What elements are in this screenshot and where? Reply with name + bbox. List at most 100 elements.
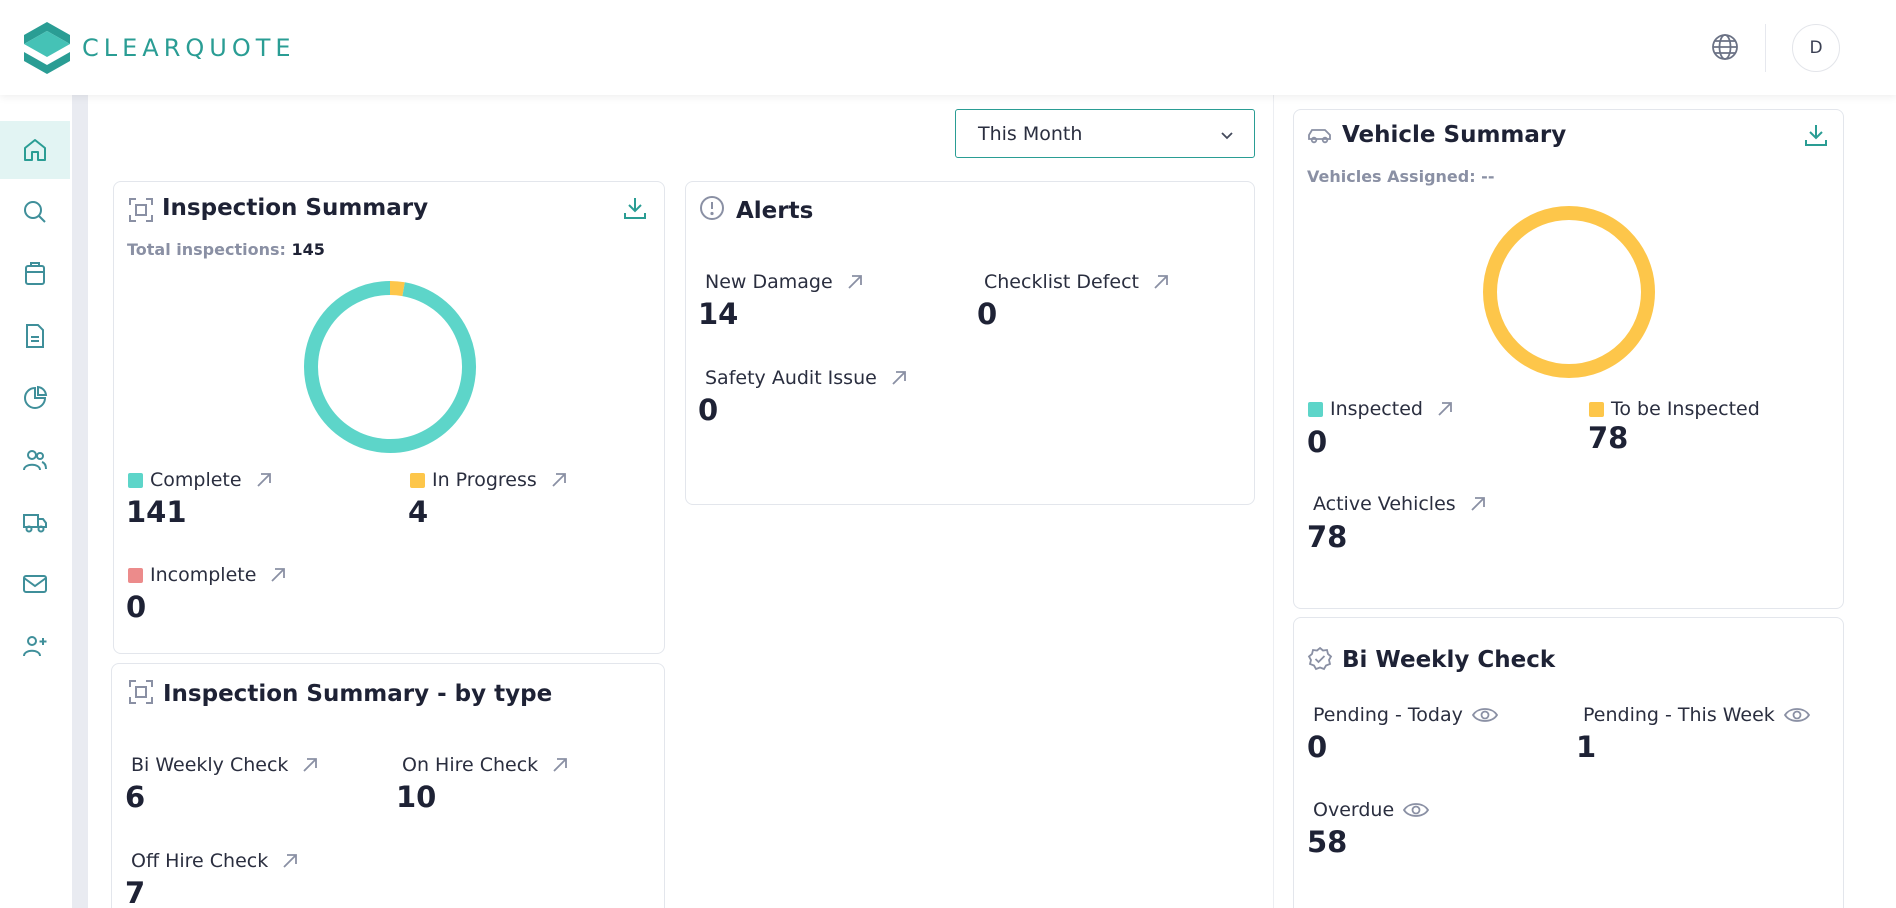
to-be-inspected-stat: To be Inspected — [1589, 398, 1760, 420]
inspection-donut-chart — [304, 281, 476, 453]
download-icon[interactable] — [1803, 122, 1829, 148]
arrow-up-right-icon[interactable] — [549, 470, 569, 490]
mail-icon — [23, 575, 47, 593]
on-hire-value: 10 — [396, 780, 437, 814]
arrow-up-right-icon[interactable] — [1151, 272, 1171, 292]
bi-weekly-check-card: Bi Weekly Check Pending - Today 0 Pendin… — [1293, 617, 1844, 908]
search-icon — [24, 201, 46, 223]
overdue-value: 58 — [1307, 825, 1348, 859]
overdue-stat[interactable]: Overdue — [1313, 799, 1430, 821]
scan-icon — [129, 198, 153, 222]
arrow-up-right-icon[interactable] — [845, 272, 865, 292]
pie-chart-icon — [24, 385, 48, 409]
arrow-up-right-icon[interactable] — [550, 755, 570, 775]
incomplete-value: 0 — [126, 590, 147, 624]
user-plus-icon — [23, 636, 47, 657]
eye-icon[interactable] — [1402, 800, 1430, 820]
sidebar-item-vehicles[interactable] — [0, 493, 70, 551]
active-vehicles-value: 78 — [1307, 520, 1348, 554]
new-damage-stat[interactable]: New Damage — [705, 271, 865, 293]
inspection-summary-card: Inspection Summary Total inspections: 14… — [113, 181, 665, 654]
top-divider — [1765, 24, 1766, 72]
sidebar-item-inspections[interactable] — [0, 245, 70, 303]
arrow-up-right-icon[interactable] — [1468, 494, 1488, 514]
pending-week-stat[interactable]: Pending - This Week — [1583, 704, 1811, 726]
card-title: Bi Weekly Check — [1342, 647, 1556, 673]
card-title: Inspection Summary — [162, 195, 429, 221]
complete-stat[interactable]: Complete — [128, 469, 274, 491]
total-inspections: Total inspections: 145 — [127, 240, 325, 259]
off-hire-stat[interactable]: Off Hire Check — [131, 850, 300, 872]
eye-icon[interactable] — [1471, 705, 1499, 725]
eye-icon[interactable] — [1783, 705, 1811, 725]
truck-icon — [23, 514, 47, 533]
scan-icon — [129, 680, 153, 704]
in-progress-stat[interactable]: In Progress — [410, 469, 569, 491]
checklist-defect-value: 0 — [977, 297, 998, 331]
sidebar-gutter — [72, 95, 88, 908]
document-icon — [26, 324, 44, 348]
sidebar-item-reports[interactable] — [0, 307, 70, 365]
bi-weekly-type-stat[interactable]: Bi Weekly Check — [131, 754, 320, 776]
arrow-up-right-icon[interactable] — [268, 565, 288, 585]
legend-swatch — [128, 567, 143, 583]
date-range-select[interactable]: This Month — [955, 109, 1255, 158]
users-icon — [23, 450, 47, 471]
arrow-up-right-icon[interactable] — [280, 851, 300, 871]
clearquote-logo-icon — [24, 22, 70, 74]
sidebar-item-messages[interactable] — [0, 555, 70, 613]
to-be-inspected-value: 78 — [1588, 421, 1629, 455]
vehicle-donut-chart — [1483, 206, 1655, 378]
inspected-stat[interactable]: Inspected — [1308, 398, 1455, 420]
complete-value: 141 — [126, 495, 187, 529]
chevron-down-icon — [1221, 132, 1233, 140]
arrow-up-right-icon[interactable] — [300, 755, 320, 775]
card-title: Vehicle Summary — [1342, 122, 1567, 148]
alerts-card: Alerts New Damage 14 Checklist Defect 0 … — [685, 181, 1255, 505]
inspected-value: 0 — [1307, 425, 1328, 459]
on-hire-stat[interactable]: On Hire Check — [402, 754, 570, 776]
legend-swatch — [410, 472, 425, 488]
safety-audit-value: 0 — [698, 393, 719, 427]
clipboard-icon — [25, 262, 45, 285]
donut-segment-to-be-inspected — [1483, 206, 1655, 378]
vehicle-summary-card: Vehicle Summary Vehicles Assigned: -- In… — [1293, 109, 1844, 609]
donut-segment-complete — [304, 281, 476, 453]
inspection-by-type-card: Inspection Summary - by type Bi Weekly C… — [111, 663, 665, 908]
car-icon — [1308, 129, 1331, 144]
arrow-up-right-icon[interactable] — [1435, 399, 1455, 419]
incomplete-stat[interactable]: Incomplete — [128, 564, 288, 586]
badge-check-icon — [1307, 646, 1333, 671]
sidebar-item-search[interactable] — [0, 183, 70, 241]
sidebar-item-users[interactable] — [0, 431, 70, 489]
vehicles-assigned: Vehicles Assigned: -- — [1307, 167, 1495, 186]
sidebar-item-analytics[interactable] — [0, 369, 70, 427]
download-icon[interactable] — [622, 195, 648, 221]
active-vehicles-stat[interactable]: Active Vehicles — [1313, 493, 1488, 515]
checklist-defect-stat[interactable]: Checklist Defect — [984, 271, 1171, 293]
legend-swatch — [128, 472, 143, 488]
sidebar-item-home[interactable] — [0, 121, 70, 179]
home-icon — [24, 139, 46, 161]
arrow-up-right-icon[interactable] — [254, 470, 274, 490]
arrow-up-right-icon[interactable] — [889, 368, 909, 388]
new-damage-value: 14 — [698, 297, 739, 331]
off-hire-value: 7 — [125, 876, 146, 908]
donut-segment-in-progress — [389, 281, 405, 297]
globe-icon[interactable] — [1710, 32, 1740, 62]
logo-text: CLEARQUOTE — [82, 34, 296, 62]
logo[interactable]: CLEARQUOTE — [24, 22, 296, 74]
top-bar: CLEARQUOTE D — [0, 0, 1896, 95]
alert-circle-icon — [700, 196, 724, 220]
date-range-value: This Month — [978, 122, 1083, 145]
safety-audit-stat[interactable]: Safety Audit Issue — [705, 367, 909, 389]
pending-today-value: 0 — [1307, 730, 1328, 764]
column-divider — [1273, 95, 1274, 908]
card-title: Alerts — [736, 198, 814, 224]
bi-weekly-type-value: 6 — [125, 780, 146, 814]
legend-swatch — [1589, 401, 1604, 417]
legend-swatch — [1308, 401, 1323, 417]
pending-today-stat[interactable]: Pending - Today — [1313, 704, 1499, 726]
sidebar-item-add-user[interactable] — [0, 617, 70, 675]
avatar[interactable]: D — [1792, 24, 1840, 72]
